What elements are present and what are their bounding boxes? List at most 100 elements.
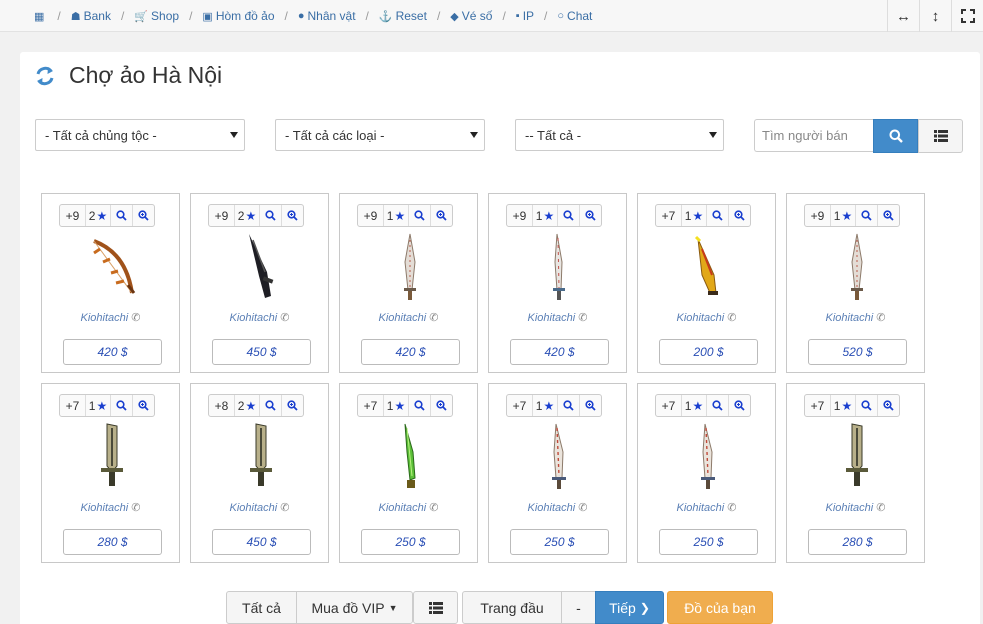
item-level-button[interactable]: +9 <box>209 205 234 226</box>
price-button[interactable]: 280 $ <box>808 529 907 555</box>
item-level-button[interactable]: +7 <box>656 395 681 416</box>
resize-horizontal-icon[interactable]: ↔ <box>887 0 919 32</box>
item-stars-button[interactable]: 2 ★ <box>85 205 110 226</box>
item-image[interactable] <box>370 232 450 302</box>
item-level-button[interactable]: +7 <box>358 395 383 416</box>
seller-link[interactable]: Kiohitachi ✆ <box>787 311 924 324</box>
item-view-button[interactable] <box>408 205 430 226</box>
item-image[interactable] <box>519 232 599 302</box>
price-button[interactable]: 250 $ <box>361 529 460 555</box>
seller-link[interactable]: Kiohitachi ✆ <box>191 311 328 324</box>
seller-link[interactable]: Kiohitachi ✆ <box>42 311 179 324</box>
item-zoom-button[interactable] <box>132 205 154 226</box>
item-view-button[interactable] <box>706 395 728 416</box>
item-level-button[interactable]: +7 <box>60 395 85 416</box>
item-image[interactable] <box>817 422 897 492</box>
item-view-button[interactable] <box>855 205 877 226</box>
seller-search-input[interactable] <box>754 119 874 152</box>
price-button[interactable]: 450 $ <box>212 529 311 555</box>
search-button[interactable] <box>873 119 918 153</box>
item-image[interactable] <box>668 232 748 302</box>
item-stars-button[interactable]: 1 ★ <box>532 205 557 226</box>
seller-link[interactable]: Kiohitachi ✆ <box>340 501 477 514</box>
seller-link[interactable]: Kiohitachi ✆ <box>787 501 924 514</box>
item-view-button[interactable] <box>259 395 281 416</box>
item-stars-button[interactable]: 1 ★ <box>830 205 855 226</box>
item-level-button[interactable]: +9 <box>805 205 830 226</box>
item-stars-button[interactable]: 1 ★ <box>681 205 706 226</box>
item-zoom-button[interactable] <box>132 395 154 416</box>
item-image[interactable] <box>519 422 599 492</box>
item-level-button[interactable]: +7 <box>507 395 532 416</box>
item-image[interactable] <box>72 422 152 492</box>
item-image[interactable] <box>668 422 748 492</box>
item-view-button[interactable] <box>110 395 132 416</box>
seller-link[interactable]: Kiohitachi ✆ <box>489 311 626 324</box>
item-view-button[interactable] <box>557 205 579 226</box>
nav-inventory[interactable]: ▣ Hòm đồ ảo <box>202 9 274 23</box>
item-level-button[interactable]: +8 <box>209 395 234 416</box>
price-button[interactable]: 420 $ <box>63 339 162 365</box>
type-filter-select[interactable]: - Tất cả các loại - <box>275 119 485 151</box>
item-zoom-button[interactable] <box>430 205 452 226</box>
next-page-button[interactable]: Tiếp ❯ <box>595 591 664 624</box>
item-level-button[interactable]: +7 <box>656 205 681 226</box>
item-stars-button[interactable]: 1 ★ <box>830 395 855 416</box>
nav-lottery[interactable]: ◆ Vé số <box>450 9 492 23</box>
item-level-button[interactable]: +7 <box>805 395 830 416</box>
nav-shop[interactable]: 🛒 Shop <box>134 9 179 23</box>
price-button[interactable]: 200 $ <box>659 339 758 365</box>
item-image[interactable] <box>221 232 301 302</box>
item-view-button[interactable] <box>557 395 579 416</box>
price-button[interactable]: 420 $ <box>361 339 460 365</box>
resize-vertical-icon[interactable]: ↕ <box>919 0 951 32</box>
item-view-button[interactable] <box>706 205 728 226</box>
nav-chat[interactable]: ○ Chat <box>557 9 592 23</box>
item-zoom-button[interactable] <box>877 395 899 416</box>
my-items-button[interactable]: Đồ của bạn <box>667 591 773 624</box>
nav-reset[interactable]: ⚓ Reset <box>379 9 427 23</box>
item-stars-button[interactable]: 1 ★ <box>532 395 557 416</box>
price-button[interactable]: 250 $ <box>659 529 758 555</box>
seller-link[interactable]: Kiohitachi ✆ <box>191 501 328 514</box>
race-filter-select[interactable]: - Tất cả chủng tộc - <box>35 119 245 151</box>
item-zoom-button[interactable] <box>281 395 303 416</box>
refresh-icon[interactable] <box>34 65 56 87</box>
all-filter-select[interactable]: -- Tất cả - <box>515 119 724 151</box>
nav-calendar[interactable]: ▦ <box>34 10 47 23</box>
first-page-button[interactable]: Trang đầu <box>462 591 562 624</box>
item-zoom-button[interactable] <box>579 395 601 416</box>
item-zoom-button[interactable] <box>281 205 303 226</box>
seller-link[interactable]: Kiohitachi ✆ <box>42 501 179 514</box>
item-stars-button[interactable]: 2 ★ <box>234 395 259 416</box>
vip-dropdown-button[interactable]: Mua đồ VIP ▼ <box>296 591 413 624</box>
list-view-toggle-button[interactable] <box>413 591 458 624</box>
price-button[interactable]: 280 $ <box>63 529 162 555</box>
page-dash-button[interactable]: - <box>561 591 596 624</box>
item-zoom-button[interactable] <box>728 395 750 416</box>
item-image[interactable] <box>221 422 301 492</box>
item-image[interactable] <box>370 422 450 492</box>
item-stars-button[interactable]: 1 ★ <box>383 205 408 226</box>
item-zoom-button[interactable] <box>728 205 750 226</box>
seller-link[interactable]: Kiohitachi ✆ <box>489 501 626 514</box>
item-stars-button[interactable]: 1 ★ <box>383 395 408 416</box>
price-button[interactable]: 250 $ <box>510 529 609 555</box>
price-button[interactable]: 420 $ <box>510 339 609 365</box>
item-stars-button[interactable]: 1 ★ <box>681 395 706 416</box>
price-button[interactable]: 450 $ <box>212 339 311 365</box>
item-view-button[interactable] <box>259 205 281 226</box>
item-level-button[interactable]: +9 <box>507 205 532 226</box>
item-level-button[interactable]: +9 <box>60 205 85 226</box>
item-zoom-button[interactable] <box>579 205 601 226</box>
all-items-button[interactable]: Tất cả <box>226 591 297 624</box>
item-zoom-button[interactable] <box>430 395 452 416</box>
item-view-button[interactable] <box>110 205 132 226</box>
item-image[interactable] <box>72 232 152 302</box>
nav-ip[interactable]: ▪ IP <box>516 9 534 23</box>
seller-link[interactable]: Kiohitachi ✆ <box>638 311 775 324</box>
item-stars-button[interactable]: 2 ★ <box>234 205 259 226</box>
item-zoom-button[interactable] <box>877 205 899 226</box>
item-view-button[interactable] <box>855 395 877 416</box>
item-view-button[interactable] <box>408 395 430 416</box>
